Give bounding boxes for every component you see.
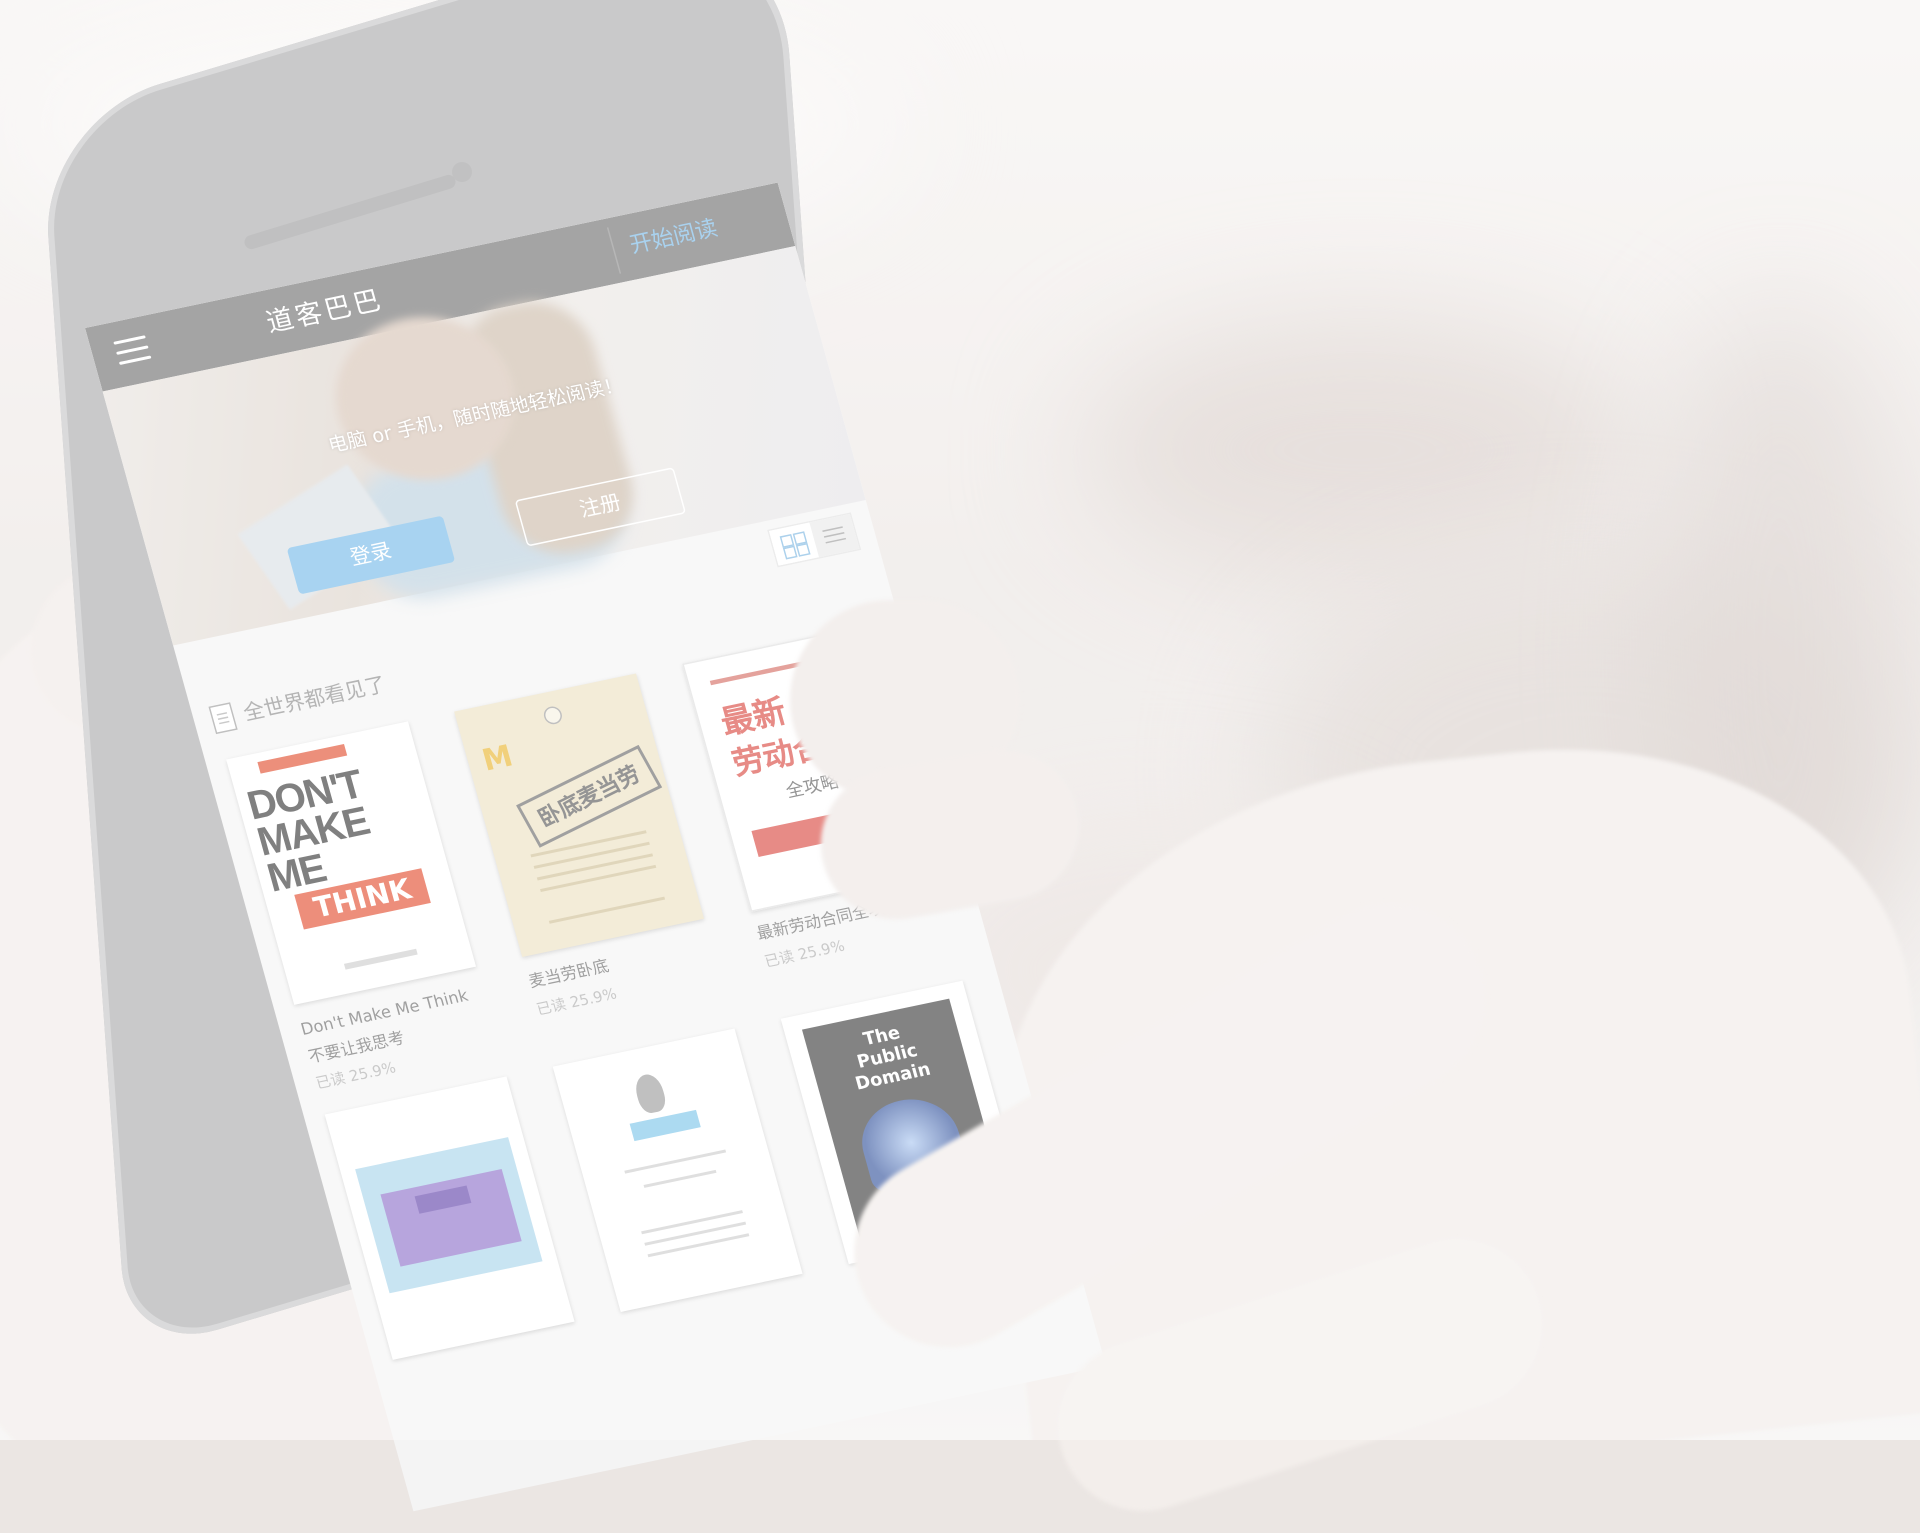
cover-line — [647, 1233, 750, 1258]
app-title: 道客巴巴 — [262, 284, 387, 340]
view-toggle — [767, 512, 862, 568]
cover-logo: M — [478, 737, 517, 778]
cover-title: DON'T MAKE ME — [242, 761, 374, 901]
list-view-icon[interactable] — [809, 514, 860, 558]
cover-line — [643, 1169, 717, 1188]
cover-line — [644, 1221, 747, 1246]
menu-icon[interactable] — [113, 335, 152, 368]
divider — [606, 227, 622, 274]
book-cover[interactable]: DON'T MAKE ME THINK — [226, 721, 477, 1005]
book-cover[interactable]: M 卧底麦当劳 — [454, 673, 705, 957]
book-card[interactable] — [552, 1027, 803, 1312]
start-reading-link[interactable]: 开始阅读 — [626, 212, 721, 260]
document-icon — [208, 702, 238, 735]
book-card[interactable]: The Public Domain — [780, 979, 1031, 1265]
section-title: 全世界都看见了 — [240, 673, 389, 727]
book-cover[interactable] — [324, 1076, 575, 1360]
book-cover[interactable] — [552, 1028, 803, 1312]
cover-badge — [629, 1109, 701, 1142]
ostrich-logo-icon — [632, 1072, 669, 1115]
cover-line — [641, 1210, 743, 1235]
cover-footer — [343, 948, 418, 970]
phone-camera — [452, 162, 472, 182]
cover-seal — [541, 704, 564, 726]
